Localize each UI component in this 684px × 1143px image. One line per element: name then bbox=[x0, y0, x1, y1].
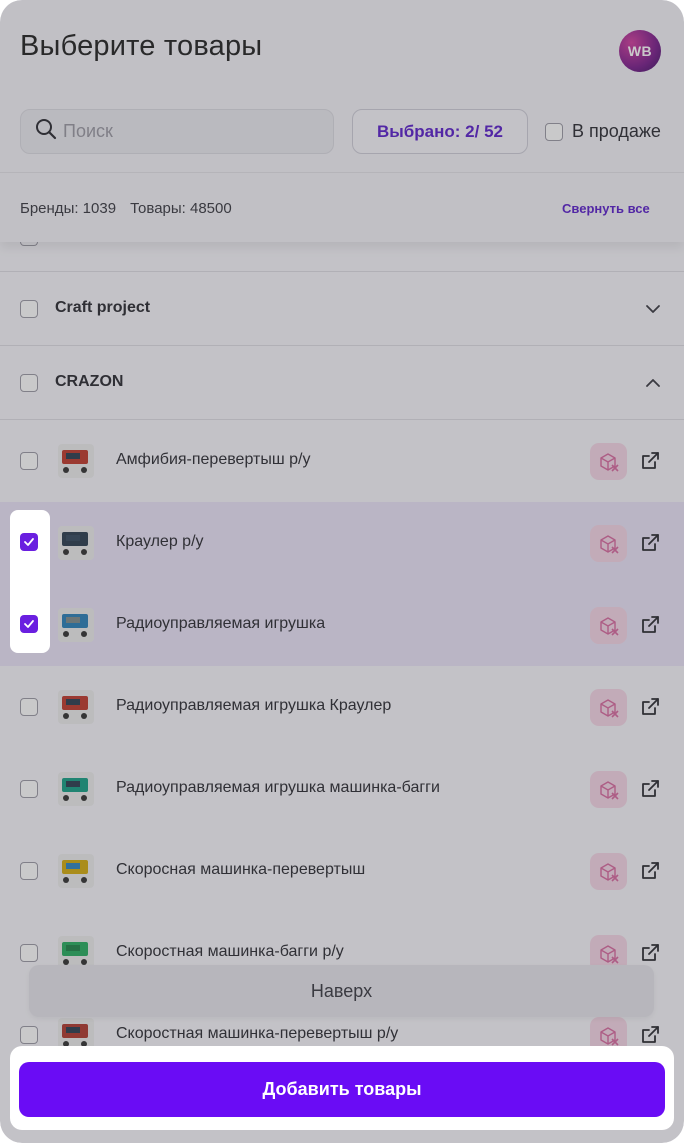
brands-count: Бренды: 1039 bbox=[20, 200, 117, 217]
external-link-icon[interactable] bbox=[639, 532, 661, 554]
product-row[interactable]: Радиоуправляемая игрушка bbox=[0, 584, 684, 666]
footer: Добавить товары bbox=[10, 1046, 674, 1130]
search-input[interactable] bbox=[63, 121, 303, 142]
header: Выберите товары WB Выбрано: 2/ 52 В прод… bbox=[0, 0, 684, 242]
chevron-down-icon[interactable] bbox=[644, 300, 662, 318]
divider bbox=[0, 172, 684, 173]
external-link-icon[interactable] bbox=[639, 942, 661, 964]
product-row[interactable]: Амфибия-перевертыш р/у bbox=[0, 420, 684, 502]
product-row[interactable]: Радиоуправляемая игрушка Краулер bbox=[0, 666, 684, 748]
product-name: Скоросная машинка-перевертыш bbox=[116, 861, 366, 878]
product-name: Скоростная машинка-багги р/у bbox=[116, 943, 344, 960]
product-name: Радиоуправляемая игрушка машинка-багги bbox=[116, 779, 440, 796]
box-remove-icon bbox=[599, 1026, 619, 1046]
on-sale-filter[interactable]: В продаже bbox=[545, 121, 661, 142]
external-link-icon[interactable] bbox=[639, 1024, 661, 1046]
hide-product-button[interactable] bbox=[590, 443, 627, 480]
product-name: Радиоуправляемая игрушка Краулер bbox=[116, 697, 392, 714]
external-link-icon[interactable] bbox=[639, 614, 661, 636]
product-name: Радиоуправляемая игрушка bbox=[116, 615, 326, 632]
selected-count-button[interactable]: Выбрано: 2/ 52 bbox=[352, 109, 528, 154]
brand-checkbox[interactable] bbox=[20, 374, 38, 392]
product-checkbox[interactable] bbox=[20, 780, 38, 798]
product-list: Craft project CRAZON Амфибия-перевертыш … bbox=[0, 232, 684, 1076]
external-link-icon[interactable] bbox=[639, 860, 661, 882]
checkbox-highlight bbox=[10, 510, 50, 653]
product-checkbox[interactable] bbox=[20, 452, 38, 470]
product-thumbnail bbox=[58, 444, 94, 478]
scroll-to-top-button[interactable]: Наверх bbox=[29, 965, 654, 1017]
product-thumbnail bbox=[58, 772, 94, 806]
product-row[interactable]: Скоросная машинка-перевертыш bbox=[0, 830, 684, 912]
hide-product-button[interactable] bbox=[590, 525, 627, 562]
hide-product-button[interactable] bbox=[590, 607, 627, 644]
product-name: Краулер р/у bbox=[116, 533, 204, 550]
products-count: Товары: 48500 bbox=[130, 200, 232, 217]
avatar[interactable]: WB bbox=[619, 30, 661, 72]
brand-name: Craft project bbox=[55, 299, 151, 316]
checked-checkbox[interactable] bbox=[20, 533, 38, 551]
brand-row[interactable]: CRAZON bbox=[0, 346, 684, 420]
box-remove-icon bbox=[599, 862, 619, 882]
box-remove-icon bbox=[599, 616, 619, 636]
box-remove-icon bbox=[599, 780, 619, 800]
product-row[interactable]: Радиоуправляемая игрушка машинка-багги bbox=[0, 748, 684, 830]
external-link-icon[interactable] bbox=[639, 450, 661, 472]
on-sale-checkbox[interactable] bbox=[545, 122, 563, 141]
add-products-button[interactable]: Добавить товары bbox=[19, 1062, 665, 1117]
product-checkbox[interactable] bbox=[20, 944, 38, 962]
product-name: Скоростная машинка-перевертыш р/у bbox=[116, 1025, 399, 1042]
chevron-up-icon[interactable] bbox=[644, 374, 662, 392]
product-row[interactable]: Краулер р/у bbox=[0, 502, 684, 584]
hide-product-button[interactable] bbox=[590, 771, 627, 808]
product-name: Амфибия-перевертыш р/у bbox=[116, 451, 311, 468]
box-remove-icon bbox=[599, 944, 619, 964]
product-thumbnail bbox=[58, 690, 94, 724]
checked-checkbox[interactable] bbox=[20, 615, 38, 633]
collapse-all-link[interactable]: Свернуть все bbox=[562, 201, 650, 216]
product-checkbox[interactable] bbox=[20, 862, 38, 880]
product-thumbnail bbox=[58, 526, 94, 560]
hide-product-button[interactable] bbox=[590, 853, 627, 890]
stats: Бренды: 1039 Товары: 48500 bbox=[20, 200, 232, 217]
product-thumbnail bbox=[58, 608, 94, 642]
hide-product-button[interactable] bbox=[590, 689, 627, 726]
search-box[interactable] bbox=[20, 109, 334, 154]
page-title: Выберите товары bbox=[20, 30, 263, 62]
list-item bbox=[0, 232, 684, 272]
on-sale-label: В продаже bbox=[572, 121, 661, 141]
brand-name: CRAZON bbox=[55, 373, 124, 390]
product-checkbox[interactable] bbox=[20, 698, 38, 716]
brand-checkbox[interactable] bbox=[20, 300, 38, 318]
brand-row[interactable]: Craft project bbox=[0, 272, 684, 346]
product-checkbox[interactable] bbox=[20, 1026, 38, 1044]
search-icon bbox=[35, 118, 57, 145]
box-remove-icon bbox=[599, 698, 619, 718]
product-thumbnail bbox=[58, 854, 94, 888]
external-link-icon[interactable] bbox=[639, 696, 661, 718]
box-remove-icon bbox=[599, 452, 619, 472]
external-link-icon[interactable] bbox=[639, 778, 661, 800]
box-remove-icon bbox=[599, 534, 619, 554]
product-picker-panel: Выберите товары WB Выбрано: 2/ 52 В прод… bbox=[0, 0, 684, 1143]
